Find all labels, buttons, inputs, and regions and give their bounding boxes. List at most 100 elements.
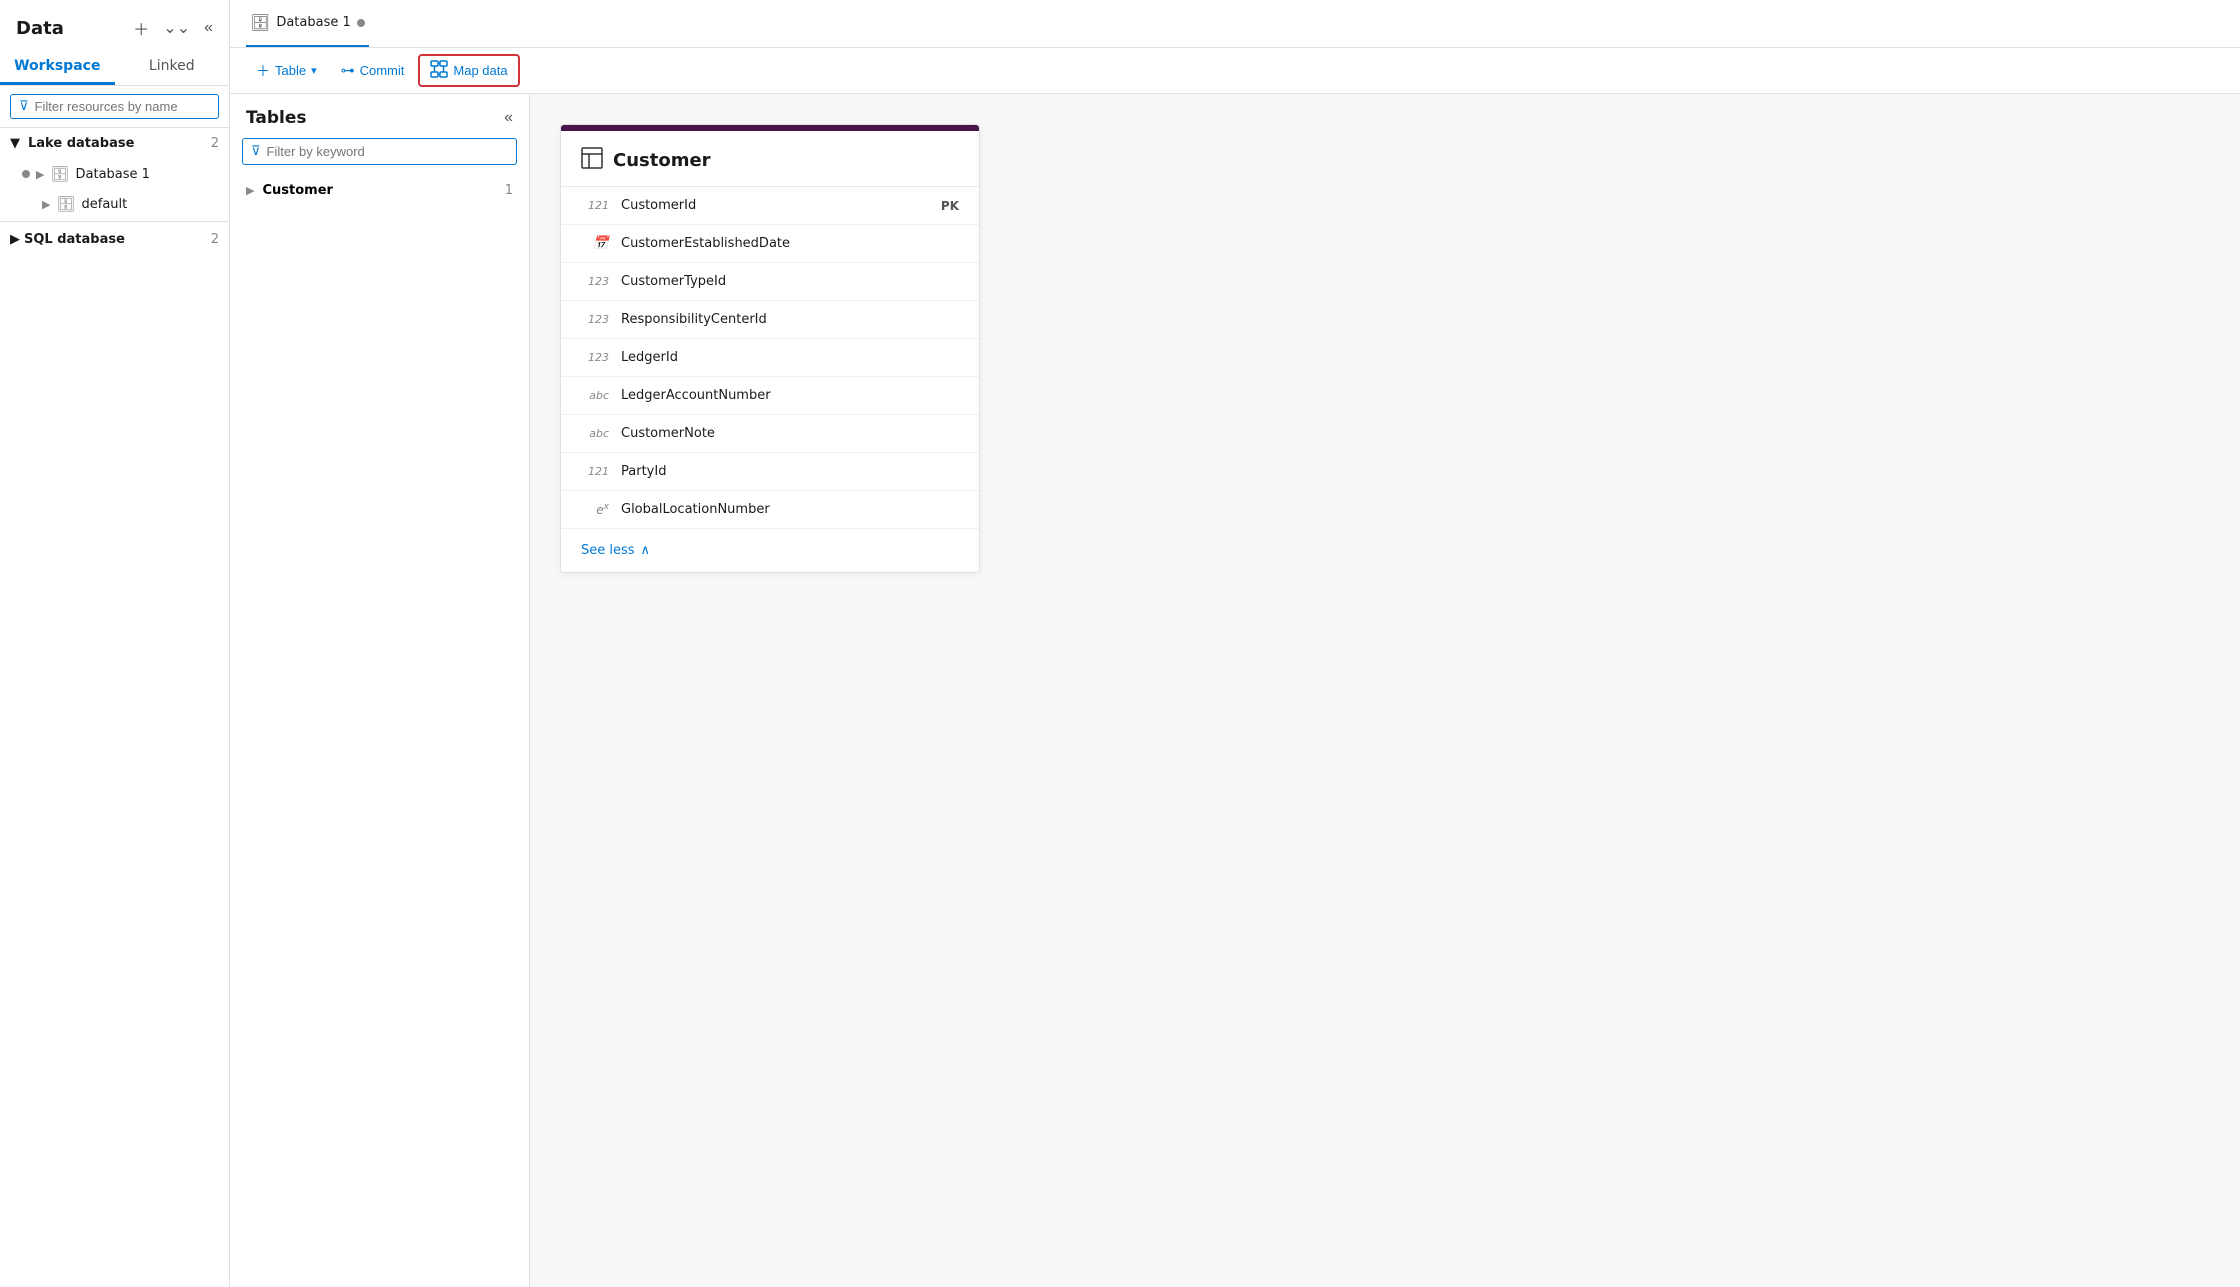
field-type-icon: 123 bbox=[581, 313, 609, 326]
tree-divider bbox=[0, 221, 229, 222]
dot-icon bbox=[22, 170, 30, 178]
card-title: Customer bbox=[613, 150, 711, 171]
db-icon: 🗄 bbox=[50, 165, 69, 183]
tab-linked[interactable]: Linked bbox=[115, 50, 230, 85]
filter-icon: ⊽ bbox=[251, 144, 261, 159]
field-list: 121 CustomerId PK 📅 CustomerEstablishedD… bbox=[561, 187, 979, 528]
toolbar: ＋ Table ▾ ⊶ Commit Map data bbox=[230, 48, 2240, 94]
sql-database-group[interactable]: ▶ SQL database 2 bbox=[0, 224, 229, 255]
chevron-right-icon: ▶ bbox=[36, 168, 44, 181]
database1-tab[interactable]: 🗄 Database 1 bbox=[246, 0, 369, 47]
tree-section: ▼ Lake database 2 ▶ 🗄 Database 1 ▶ 🗄 def… bbox=[0, 128, 229, 1287]
field-row-globallocation: ex GlobalLocationNumber bbox=[561, 491, 979, 528]
field-name: PartyId bbox=[621, 464, 959, 479]
chevron-down-icon: ▾ bbox=[311, 64, 317, 77]
field-row-customerid: 121 CustomerId PK bbox=[561, 187, 979, 225]
field-type-icon: 📅 bbox=[581, 236, 609, 251]
tables-filter: ⊽ bbox=[230, 138, 529, 175]
filter-bar: ⊽ bbox=[0, 86, 229, 128]
field-type-icon: 121 bbox=[581, 199, 609, 212]
field-row-ledgerid: 123 LedgerId bbox=[561, 339, 979, 377]
field-row-ledgeraccount: abc LedgerAccountNumber bbox=[561, 377, 979, 415]
tables-filter-wrap: ⊽ bbox=[242, 138, 517, 165]
field-type-icon: 123 bbox=[581, 351, 609, 364]
tables-header: Tables « bbox=[230, 94, 529, 138]
chevron-right-icon: ▶ bbox=[42, 198, 50, 211]
default-item[interactable]: ▶ 🗄 default bbox=[0, 189, 229, 219]
sidebar: Data ＋ ⌄⌄ « Workspace Linked ⊽ ▼ Lake da… bbox=[0, 0, 230, 1287]
filter-icon: ⊽ bbox=[19, 99, 29, 114]
sql-database-label: SQL database bbox=[24, 232, 125, 247]
table-name-label: Customer bbox=[262, 183, 496, 198]
see-less-button[interactable]: See less ∧ bbox=[561, 528, 979, 572]
see-less-label: See less bbox=[581, 543, 635, 558]
field-name: CustomerId bbox=[621, 198, 929, 213]
chevron-right-icon: ▶ bbox=[10, 232, 20, 247]
field-type-icon: abc bbox=[581, 389, 609, 402]
field-row-date: 📅 CustomerEstablishedDate bbox=[561, 225, 979, 263]
filter-input[interactable] bbox=[35, 99, 210, 114]
field-row-responsibility: 123 ResponsibilityCenterId bbox=[561, 301, 979, 339]
main-area: 🗄 Database 1 ＋ Table ▾ ⊶ Commit bbox=[230, 0, 2240, 1287]
field-row-customernote: abc CustomerNote bbox=[561, 415, 979, 453]
chevron-down-icon: ▼ bbox=[10, 136, 20, 151]
sidebar-header: Data ＋ ⌄⌄ « bbox=[0, 0, 229, 50]
sidebar-tabs: Workspace Linked bbox=[0, 50, 229, 86]
map-data-button[interactable]: Map data bbox=[418, 54, 519, 87]
lake-database-count: 2 bbox=[211, 136, 219, 151]
add-button[interactable]: ＋ bbox=[129, 14, 153, 42]
map-data-icon bbox=[430, 60, 448, 81]
field-name: GlobalLocationNumber bbox=[621, 502, 959, 517]
field-name: ResponsibilityCenterId bbox=[621, 312, 959, 327]
tables-panel: Tables « ⊽ ▶ Customer 1 bbox=[230, 94, 530, 1287]
database1-label: Database 1 bbox=[76, 167, 219, 182]
card-header: Customer bbox=[561, 131, 979, 187]
field-type-icon: 121 bbox=[581, 465, 609, 478]
expand-button[interactable]: ⌄⌄ bbox=[159, 16, 194, 40]
table-count: 1 bbox=[505, 183, 513, 198]
chevron-right-icon: ▶ bbox=[246, 184, 254, 197]
modified-dot bbox=[357, 19, 365, 27]
field-name: LedgerAccountNumber bbox=[621, 388, 959, 403]
chevron-up-icon: ∧ bbox=[641, 543, 651, 558]
field-row-partyid: 121 PartyId bbox=[561, 453, 979, 491]
sidebar-actions: ＋ ⌄⌄ « bbox=[129, 14, 217, 42]
field-type-icon: 123 bbox=[581, 275, 609, 288]
content-area: Tables « ⊽ ▶ Customer 1 bbox=[230, 94, 2240, 1287]
field-type-icon: abc bbox=[581, 427, 609, 440]
table-grid-icon bbox=[581, 147, 603, 174]
database1-item[interactable]: ▶ 🗄 Database 1 bbox=[0, 159, 229, 189]
field-type-icon: ex bbox=[581, 502, 609, 517]
table-list: ▶ Customer 1 bbox=[230, 175, 529, 1287]
db-icon: 🗄 bbox=[56, 195, 75, 213]
top-tab-bar: 🗄 Database 1 bbox=[230, 0, 2240, 48]
commit-label: Commit bbox=[360, 63, 405, 78]
database-tab-icon: 🗄 bbox=[250, 13, 270, 32]
commit-button[interactable]: ⊶ Commit bbox=[331, 57, 415, 84]
commit-icon: ⊶ bbox=[341, 62, 355, 79]
map-data-label: Map data bbox=[453, 63, 507, 78]
collapse-tables-button[interactable]: « bbox=[504, 109, 513, 127]
table-label: Table bbox=[275, 63, 306, 78]
filter-input-wrap: ⊽ bbox=[10, 94, 219, 119]
field-name: CustomerNote bbox=[621, 426, 959, 441]
tab-workspace[interactable]: Workspace bbox=[0, 50, 115, 85]
default-label: default bbox=[82, 197, 219, 212]
tables-filter-input[interactable] bbox=[267, 144, 508, 159]
lake-database-group[interactable]: ▼ Lake database 2 bbox=[0, 128, 229, 159]
field-pk-badge: PK bbox=[941, 199, 959, 213]
lake-database-label: Lake database bbox=[28, 136, 134, 151]
field-name: CustomerTypeId bbox=[621, 274, 959, 289]
tables-title: Tables bbox=[246, 108, 307, 128]
detail-panel: Customer 121 CustomerId PK 📅 CustomerEst… bbox=[530, 94, 2240, 1287]
field-name: CustomerEstablishedDate bbox=[621, 236, 959, 251]
customer-card: Customer 121 CustomerId PK 📅 CustomerEst… bbox=[560, 124, 980, 573]
collapse-sidebar-button[interactable]: « bbox=[200, 17, 217, 39]
field-name: LedgerId bbox=[621, 350, 959, 365]
sidebar-title: Data bbox=[16, 18, 64, 39]
field-row-typeid: 123 CustomerTypeId bbox=[561, 263, 979, 301]
sql-database-count: 2 bbox=[211, 232, 219, 247]
plus-icon: ＋ bbox=[256, 61, 270, 81]
table-button[interactable]: ＋ Table ▾ bbox=[246, 56, 327, 86]
list-item[interactable]: ▶ Customer 1 bbox=[230, 175, 529, 206]
